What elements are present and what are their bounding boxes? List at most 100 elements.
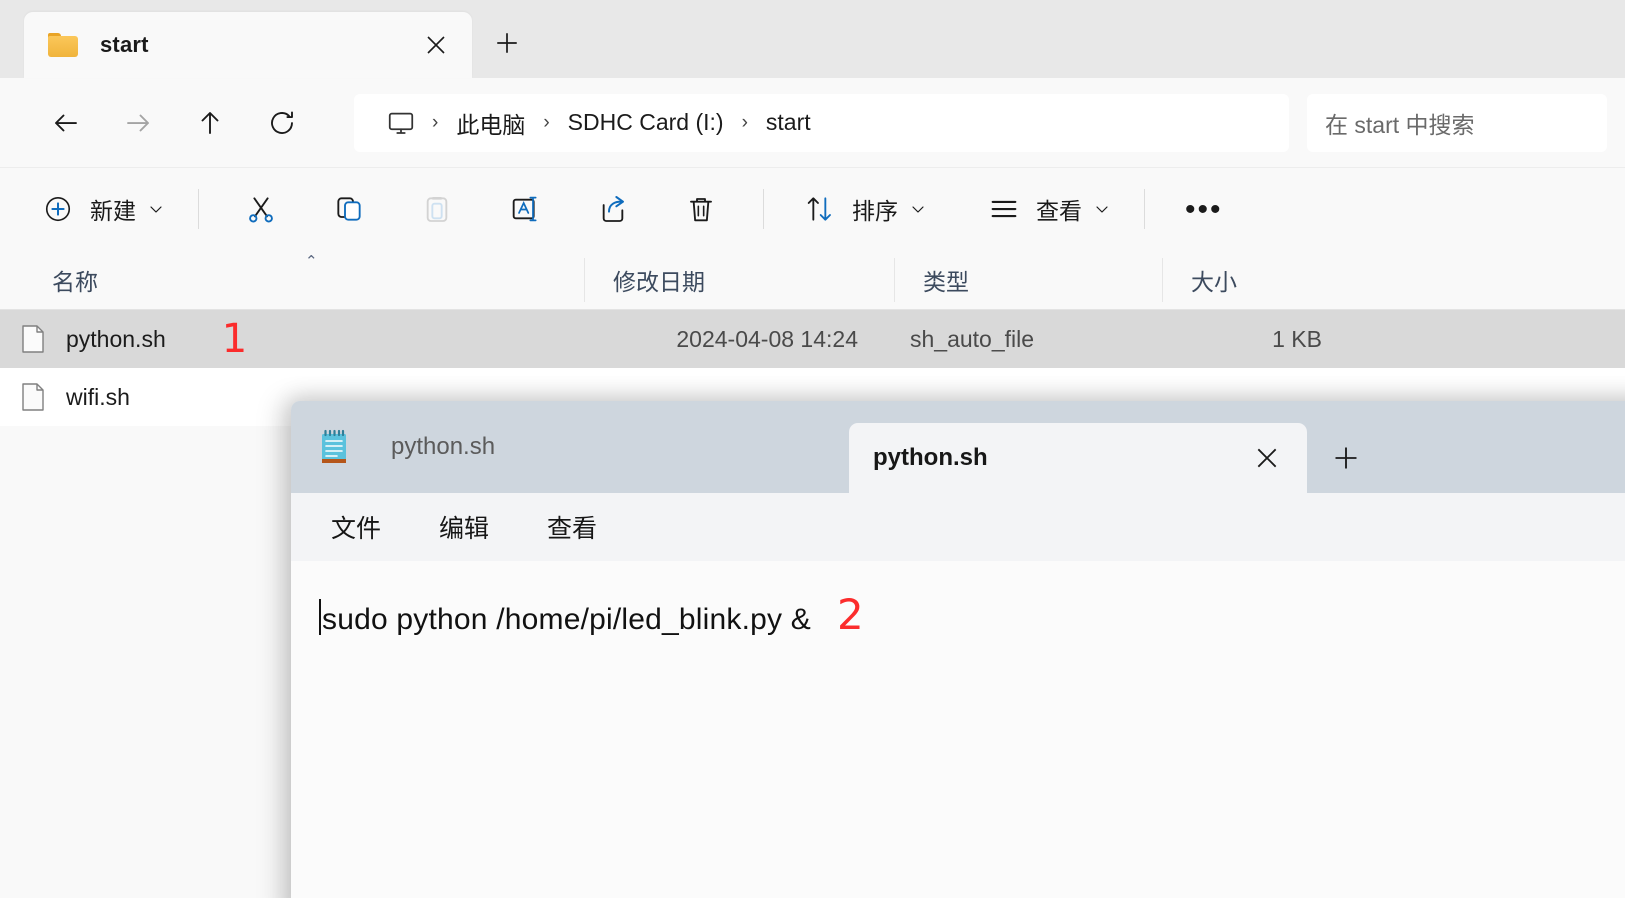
- close-icon[interactable]: [408, 19, 464, 71]
- clipboard-icon: [415, 193, 459, 225]
- editor-text: sudo python /home/pi/led_blink.py &: [322, 603, 811, 636]
- menu-view[interactable]: 查看: [529, 503, 615, 551]
- document-icon: [22, 383, 44, 411]
- document-icon: [22, 325, 44, 353]
- new-button[interactable]: 新建: [24, 182, 176, 236]
- arrow-right-icon: [127, 114, 149, 131]
- breadcrumb-item-start[interactable]: start: [756, 105, 821, 140]
- share-icon: [591, 193, 635, 225]
- annotation-marker-1: 1: [221, 316, 248, 362]
- notepad-tab-python-sh[interactable]: python.sh: [849, 423, 1307, 493]
- sort-icon: [798, 193, 842, 225]
- view-button-label: 查看: [1036, 198, 1082, 224]
- forward-button[interactable]: [112, 97, 164, 149]
- sort-indicator-icon: ⌃: [305, 253, 318, 270]
- table-row[interactable]: python.sh 1 2024-04-08 14:24 sh_auto_fil…: [0, 310, 1625, 368]
- more-options-label: •••: [1185, 192, 1223, 226]
- column-header-row: 名称 修改日期 类型 大小 ⌃: [0, 250, 1625, 310]
- breadcrumb-separator: ›: [741, 111, 748, 133]
- column-header-name[interactable]: 名称: [0, 258, 584, 302]
- notepad-new-tab-button[interactable]: [1315, 425, 1377, 491]
- search-box[interactable]: 在 start 中搜索: [1307, 93, 1607, 152]
- cut-button[interactable]: [221, 182, 301, 236]
- chevron-down-glyph: [150, 206, 162, 213]
- close-glyph: [1257, 448, 1277, 468]
- scissors-icon: [239, 193, 283, 225]
- breadcrumb-separator: ›: [432, 111, 439, 133]
- breadcrumb-item-drive[interactable]: SDHC Card (I:): [558, 105, 734, 140]
- clipboard-glyph: [426, 197, 448, 222]
- explorer-command-bar: 新建 排序 查看 •••: [0, 168, 1625, 250]
- delete-button[interactable]: [661, 182, 741, 236]
- chevron-down-glyph: [1096, 206, 1108, 213]
- column-header-size[interactable]: 大小: [1162, 257, 1330, 302]
- sort-button-label: 排序: [852, 198, 898, 224]
- file-size-cell: 1 KB: [1272, 325, 1322, 352]
- breadcrumb-separator: ›: [543, 111, 550, 133]
- more-options-button[interactable]: •••: [1167, 182, 1241, 236]
- copy-button[interactable]: [309, 182, 389, 236]
- chevron-down-icon: [1094, 201, 1110, 217]
- explorer-navigation-bar: › 此电脑 › SDHC Card (I:) › start 在 start 中…: [0, 78, 1625, 168]
- notepad-tab-label: python.sh: [873, 444, 988, 471]
- column-header-type[interactable]: 类型: [894, 257, 1162, 302]
- notepad-glyph: [322, 429, 346, 463]
- notepad-tab-strip: python.sh python.sh: [291, 401, 1625, 493]
- trash-glyph: [690, 198, 712, 222]
- breadcrumb-item-this-pc[interactable]: 此电脑: [446, 102, 535, 144]
- notepad-window-title: python.sh: [391, 433, 496, 460]
- chevron-down-icon: [148, 201, 164, 217]
- list-lines-glyph: [991, 200, 1017, 218]
- arrow-left-icon: [55, 114, 77, 131]
- chevron-down-glyph: [912, 206, 924, 213]
- annotation-marker-2: 2: [836, 590, 864, 639]
- file-name-cell: python.sh 1: [0, 319, 584, 359]
- up-button[interactable]: [184, 97, 236, 149]
- notepad-icon: [319, 429, 349, 465]
- toolbar-divider: [1144, 189, 1145, 229]
- scissors-glyph: [249, 197, 273, 223]
- monitor-glyph: [388, 112, 414, 134]
- sort-glyph: [807, 197, 831, 221]
- file-date-cell: 2024-04-08 14:24: [676, 325, 858, 352]
- copy-glyph: [337, 197, 361, 221]
- column-header-date[interactable]: 修改日期: [584, 257, 894, 302]
- file-name-label: python.sh: [66, 325, 166, 352]
- explorer-tab-label: start: [100, 32, 149, 57]
- new-button-label: 新建: [90, 198, 136, 224]
- back-button[interactable]: [40, 97, 92, 149]
- share-button[interactable]: [573, 182, 653, 236]
- screen: start › 此电脑 › SDHC Card (I:) › start 在 s…: [0, 0, 1625, 898]
- notepad-text-area[interactable]: sudo python /home/pi/led_blink.py & 2: [291, 561, 1625, 898]
- plus-circle-glyph: [45, 196, 71, 222]
- notepad-title-area: python.sh: [291, 401, 849, 493]
- view-list-icon: [982, 192, 1026, 226]
- toolbar-divider: [198, 189, 199, 229]
- address-bar[interactable]: › 此电脑 › SDHC Card (I:) › start: [354, 93, 1289, 152]
- search-placeholder: 在 start 中搜索: [1325, 111, 1475, 138]
- refresh-icon: [271, 110, 293, 134]
- sort-button[interactable]: 排序: [786, 182, 938, 236]
- plus-icon: [497, 33, 517, 53]
- copy-icon: [327, 193, 371, 225]
- chevron-down-icon: [910, 201, 926, 217]
- this-pc-icon[interactable]: [370, 108, 424, 138]
- trash-icon: [679, 193, 723, 225]
- rename-glyph: [512, 196, 537, 222]
- menu-file[interactable]: 文件: [313, 503, 399, 551]
- close-icon[interactable]: [1239, 432, 1295, 484]
- explorer-tab-strip: start: [0, 0, 1625, 78]
- paste-button[interactable]: [397, 182, 477, 236]
- rename-button[interactable]: [485, 182, 565, 236]
- refresh-button[interactable]: [256, 97, 308, 149]
- share-glyph: [602, 196, 624, 222]
- view-button[interactable]: 查看: [970, 182, 1122, 236]
- rename-icon: [503, 193, 547, 225]
- plus-icon: [1335, 447, 1357, 469]
- explorer-tab-start[interactable]: start: [24, 12, 472, 78]
- menu-edit[interactable]: 编辑: [421, 503, 507, 551]
- folder-icon: [48, 33, 78, 57]
- editor-line: sudo python /home/pi/led_blink.py & 2: [319, 593, 1625, 637]
- new-tab-button[interactable]: [478, 12, 536, 74]
- toolbar-divider: [763, 189, 764, 229]
